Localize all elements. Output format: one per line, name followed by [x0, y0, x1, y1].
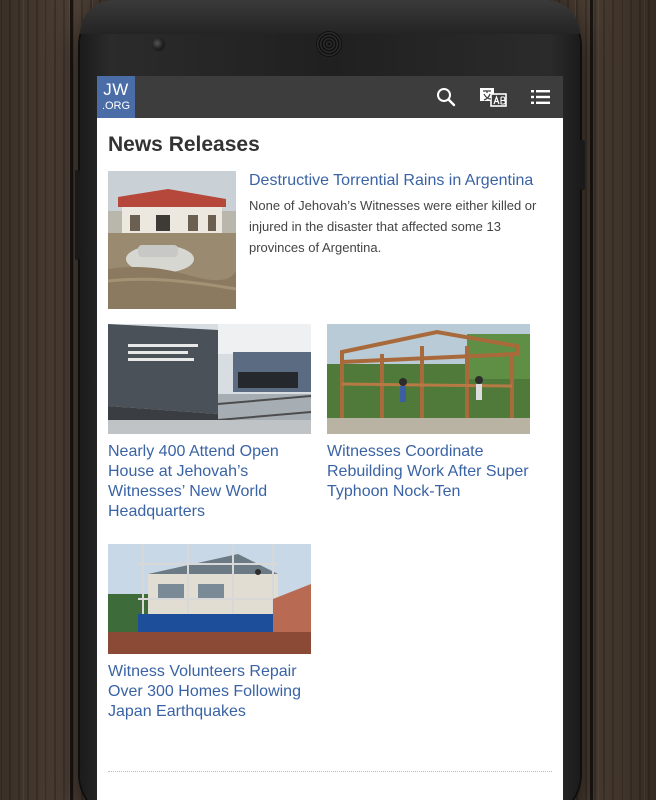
- article-card[interactable]: Nearly 400 Attend Open House at Jehovah’…: [108, 324, 311, 522]
- front-camera: [152, 38, 165, 51]
- screen: JW .ORG News Releases Destructive Torren…: [97, 76, 563, 800]
- logo-text-bottom: .ORG: [101, 100, 131, 112]
- news-content: News Releases Destructive Torrential Rai…: [97, 130, 563, 744]
- logo-text-top: JW: [103, 80, 129, 99]
- earpiece-speaker: [316, 31, 342, 57]
- page-title: News Releases: [108, 133, 260, 156]
- featured-article-text: Destructive Torrential Rains in Argentin…: [249, 171, 552, 309]
- article-grid: Nearly 400 Attend Open House at Jehovah’…: [108, 324, 552, 744]
- article-photo[interactable]: [327, 324, 530, 434]
- article-card[interactable]: Witnesses Coordinate Rebuilding Work Aft…: [327, 324, 530, 522]
- article-card[interactable]: Witness Volunteers Repair Over 300 Homes…: [108, 544, 311, 722]
- featured-article[interactable]: Destructive Torrential Rains in Argentin…: [108, 171, 552, 309]
- article-headline[interactable]: Witnesses Coordinate Rebuilding Work Aft…: [327, 442, 530, 502]
- divider: [108, 771, 552, 772]
- featured-article-summary: None of Jehovah’s Witnesses were either …: [249, 198, 537, 255]
- power-button: [580, 140, 585, 190]
- volume-button: [75, 170, 80, 260]
- featured-article-headline[interactable]: Destructive Torrential Rains in Argentin…: [249, 171, 552, 191]
- language-icon[interactable]: [478, 85, 510, 109]
- article-headline[interactable]: Nearly 400 Attend Open House at Jehovah’…: [108, 442, 311, 522]
- plank-seam: [590, 0, 593, 800]
- plank-seam: [70, 0, 73, 800]
- phone-top-edge: [80, 0, 580, 34]
- menu-icon[interactable]: [528, 85, 552, 109]
- article-photo[interactable]: [108, 324, 311, 434]
- article-headline[interactable]: Witness Volunteers Repair Over 300 Homes…: [108, 662, 311, 722]
- search-icon[interactable]: [434, 85, 458, 109]
- featured-article-photo[interactable]: [108, 171, 236, 309]
- jw-org-logo[interactable]: JW .ORG: [97, 76, 135, 118]
- article-photo[interactable]: [108, 544, 311, 654]
- app-bar: JW .ORG: [97, 76, 563, 118]
